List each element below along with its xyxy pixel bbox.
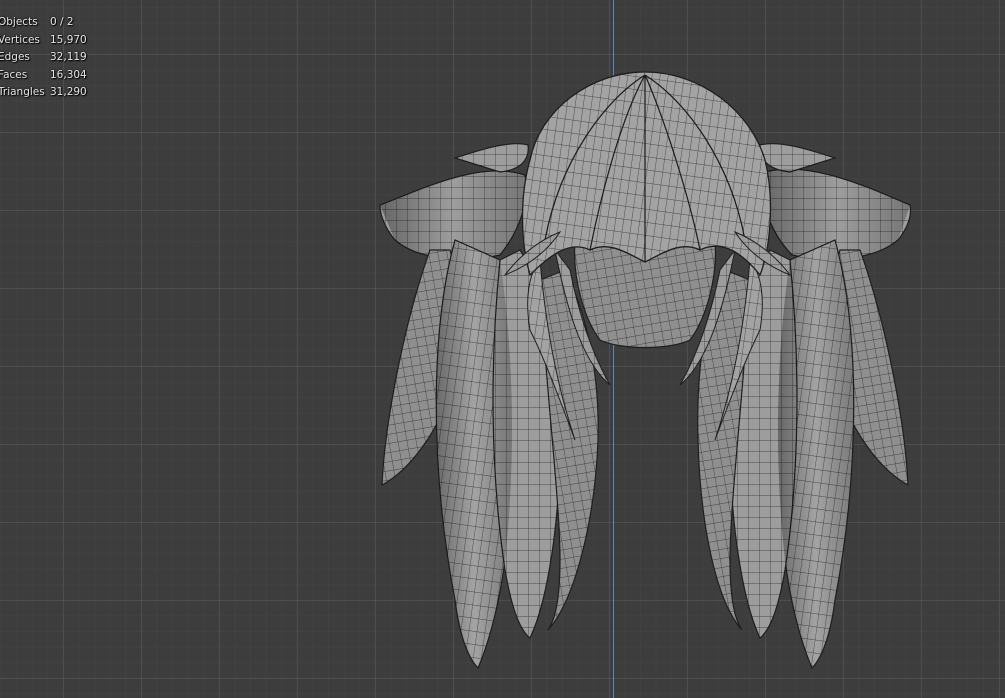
stat-value: 31,290 <box>50 86 87 99</box>
right-long-locks <box>697 239 909 670</box>
left-long-locks <box>381 239 599 670</box>
stat-label: Objects <box>0 16 38 28</box>
stat-value: 32,119 <box>50 51 87 64</box>
statistics-overlay: Objects 0 / 2 Vertices 15,970 Edges 32,1… <box>0 14 87 102</box>
stat-label: Edges <box>0 51 30 64</box>
stat-row-edges: Edges 32,119 <box>0 49 87 67</box>
stat-row-faces: Faces 16,304 <box>0 67 87 85</box>
stat-row-triangles: Triangles 31,290 <box>0 84 87 102</box>
stat-value: 15,970 <box>50 33 87 46</box>
stat-value: 16,304 <box>50 68 87 81</box>
stat-row-vertices: Vertices 15,970 <box>0 32 87 50</box>
stat-value: 0 / 2 <box>50 16 74 28</box>
hair-mesh-model[interactable] <box>0 0 1005 698</box>
3d-viewport[interactable]: Objects 0 / 2 Vertices 15,970 Edges 32,1… <box>0 0 1005 698</box>
crown-bangs <box>503 71 792 277</box>
stat-label: Vertices <box>0 33 40 46</box>
stat-label: Faces <box>0 68 28 81</box>
stat-row-objects: Objects 0 / 2 <box>0 14 87 32</box>
stat-label: Triangles <box>0 86 45 99</box>
